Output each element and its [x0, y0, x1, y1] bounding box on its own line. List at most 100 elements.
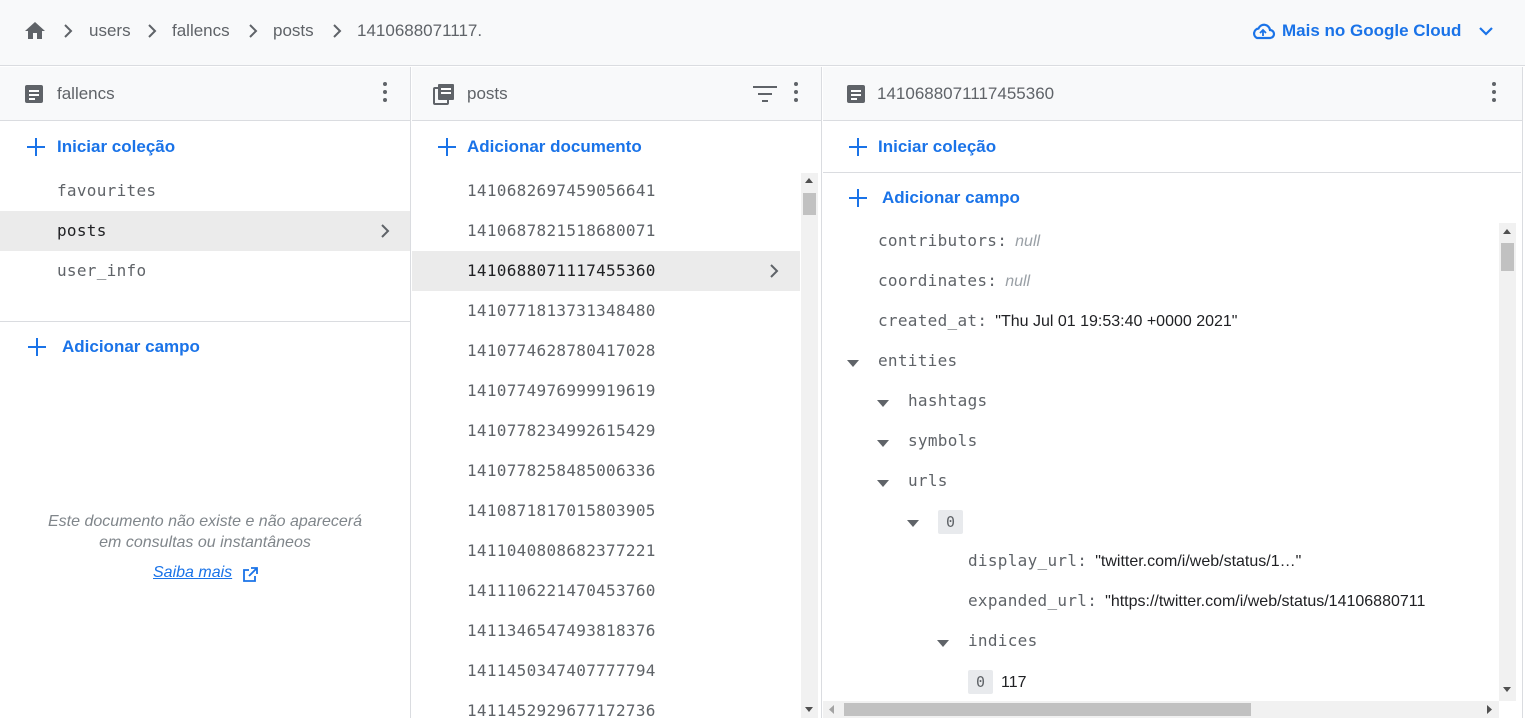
- chevron-right-icon: [333, 24, 342, 38]
- scroll-up-icon[interactable]: [805, 178, 813, 183]
- field-contributors[interactable]: contributors: null: [878, 231, 1040, 271]
- document-id: 1411450347407777794: [467, 661, 656, 680]
- add-field-label: Adicionar campo: [882, 188, 1020, 207]
- start-collection-button[interactable]: Iniciar coleção: [823, 127, 1521, 167]
- field-key: symbols: [908, 431, 978, 450]
- collapse-arrow-icon[interactable]: [907, 520, 919, 527]
- field-hashtags[interactable]: hashtags: [908, 391, 987, 431]
- add-field-button[interactable]: Adicionar campo: [0, 327, 410, 367]
- divider: [0, 321, 410, 322]
- chevron-down-icon[interactable]: [1478, 25, 1494, 37]
- document-item-selected[interactable]: 1410688071117455360: [412, 251, 800, 291]
- scroll-thumb[interactable]: [844, 703, 1251, 716]
- scroll-left-icon[interactable]: [829, 705, 835, 714]
- panel-header: 1410688071117455360: [823, 67, 1522, 121]
- collection-item-user-info[interactable]: user_info: [0, 251, 410, 291]
- fields-vertical-scrollbar[interactable]: [1499, 223, 1516, 701]
- filter-icon[interactable]: [753, 86, 777, 102]
- plus-icon: [27, 337, 47, 357]
- field-key: contributors:: [878, 231, 1008, 250]
- start-collection-button[interactable]: Iniciar coleção: [0, 127, 410, 167]
- field-key: display_url:: [968, 551, 1088, 570]
- document-id: 1410778258485006336: [467, 461, 656, 480]
- panel-title: 1410688071117455360: [877, 84, 1055, 103]
- field-expanded-url[interactable]: expanded_url: "https://twitter.com/i/web/…: [968, 591, 1425, 631]
- google-cloud-button[interactable]: Mais no Google Cloud: [1282, 21, 1461, 41]
- breadcrumb-fallencs[interactable]: fallencs: [172, 21, 230, 41]
- document-item[interactable]: 1410778258485006336: [412, 451, 800, 491]
- document-item[interactable]: 1411346547493818376: [412, 611, 800, 651]
- chevron-right-icon: [381, 224, 390, 238]
- scroll-thumb[interactable]: [803, 193, 816, 215]
- document-id: 1411040808682377221: [467, 541, 656, 560]
- field-urls[interactable]: urls: [908, 471, 948, 511]
- documents-panel: posts Adicionar documento 14106826974590…: [412, 67, 822, 718]
- document-item[interactable]: 1410778234992615429: [412, 411, 800, 451]
- array-index-0[interactable]: 0: [938, 510, 964, 550]
- breadcrumb-document[interactable]: 1410688071117.: [357, 21, 482, 41]
- array-item-0[interactable]: 0 117: [968, 670, 1027, 702]
- document-item[interactable]: 1410687821518680071: [412, 211, 800, 251]
- home-icon[interactable]: [22, 19, 48, 43]
- chevron-right-icon: [249, 24, 258, 38]
- open-in-new-icon[interactable]: [241, 566, 259, 584]
- document-item[interactable]: 1411040808682377221: [412, 531, 800, 571]
- document-item[interactable]: 1410771813731348480: [412, 291, 800, 331]
- field-value: "twitter.com/i/web/status/1…": [1095, 553, 1302, 570]
- scroll-thumb[interactable]: [1501, 243, 1514, 271]
- field-coordinates[interactable]: coordinates: null: [878, 271, 1030, 311]
- more-options-icon[interactable]: [382, 82, 388, 104]
- scroll-up-icon[interactable]: [1503, 229, 1511, 234]
- document-id: 1410682697459056641: [467, 181, 656, 200]
- field-display-url[interactable]: display_url: "twitter.com/i/web/status/1……: [968, 551, 1301, 591]
- field-value: "Thu Jul 01 19:53:40 +0000 2021": [995, 313, 1238, 330]
- document-icon: [25, 85, 43, 103]
- more-options-icon[interactable]: [1491, 82, 1497, 104]
- more-options-icon[interactable]: [793, 82, 799, 104]
- field-key: hashtags: [908, 391, 988, 410]
- learn-more-link[interactable]: Saiba mais: [153, 564, 232, 582]
- breadcrumb-posts[interactable]: posts: [273, 21, 314, 41]
- document-id: 1410871817015803905: [467, 501, 656, 520]
- add-field-button[interactable]: Adicionar campo: [823, 178, 1521, 218]
- cloud-icon[interactable]: [1250, 20, 1276, 42]
- collapse-arrow-icon[interactable]: [847, 360, 859, 367]
- collapse-arrow-icon[interactable]: [877, 440, 889, 447]
- document-item[interactable]: 1410682697459056641: [412, 171, 800, 211]
- field-created-at[interactable]: created_at: "Thu Jul 01 19:53:40 +0000 20…: [878, 311, 1237, 351]
- field-value: null: [1015, 233, 1041, 250]
- fields-viewport: contributors: null coordinates: null creat…: [823, 223, 1499, 702]
- plus-icon: [848, 188, 868, 208]
- document-item[interactable]: 1410774976999919619: [412, 371, 800, 411]
- collapse-arrow-icon[interactable]: [877, 480, 889, 487]
- panel-header: posts: [412, 67, 821, 121]
- breadcrumb-users[interactable]: users: [89, 21, 131, 41]
- scroll-down-icon[interactable]: [805, 707, 813, 712]
- document-item[interactable]: 1411450347407777794: [412, 651, 800, 691]
- document-item[interactable]: 1411452929677172736: [412, 691, 800, 718]
- field-indices[interactable]: indices: [968, 631, 1038, 671]
- document-item[interactable]: 1411106221470453760: [412, 571, 800, 611]
- fields-horizontal-scrollbar[interactable]: [823, 701, 1499, 718]
- collection-label: posts: [57, 221, 107, 240]
- collection-item-favourites[interactable]: favourites: [0, 171, 410, 211]
- documents-scrollbar[interactable]: [801, 173, 818, 718]
- add-document-button[interactable]: Adicionar documento: [412, 127, 821, 167]
- document-id: 1410774628780417028: [467, 341, 656, 360]
- collapse-arrow-icon[interactable]: [937, 640, 949, 647]
- field-entities[interactable]: entities: [878, 351, 957, 391]
- plus-icon: [26, 137, 46, 157]
- collection-item-posts[interactable]: posts: [0, 211, 410, 251]
- chevron-right-icon: [148, 24, 157, 38]
- collapse-arrow-icon[interactable]: [877, 400, 889, 407]
- chevron-right-icon: [64, 24, 73, 38]
- field-key: indices: [968, 631, 1038, 650]
- document-item[interactable]: 1410774628780417028: [412, 331, 800, 371]
- field-symbols[interactable]: symbols: [908, 431, 978, 471]
- add-field-label: Adicionar campo: [62, 337, 200, 356]
- field-key: coordinates:: [878, 271, 998, 290]
- scroll-right-icon[interactable]: [1486, 705, 1492, 714]
- document-item[interactable]: 1410871817015803905: [412, 491, 800, 531]
- scroll-down-icon[interactable]: [1503, 687, 1511, 692]
- panel-header: fallencs: [0, 67, 410, 121]
